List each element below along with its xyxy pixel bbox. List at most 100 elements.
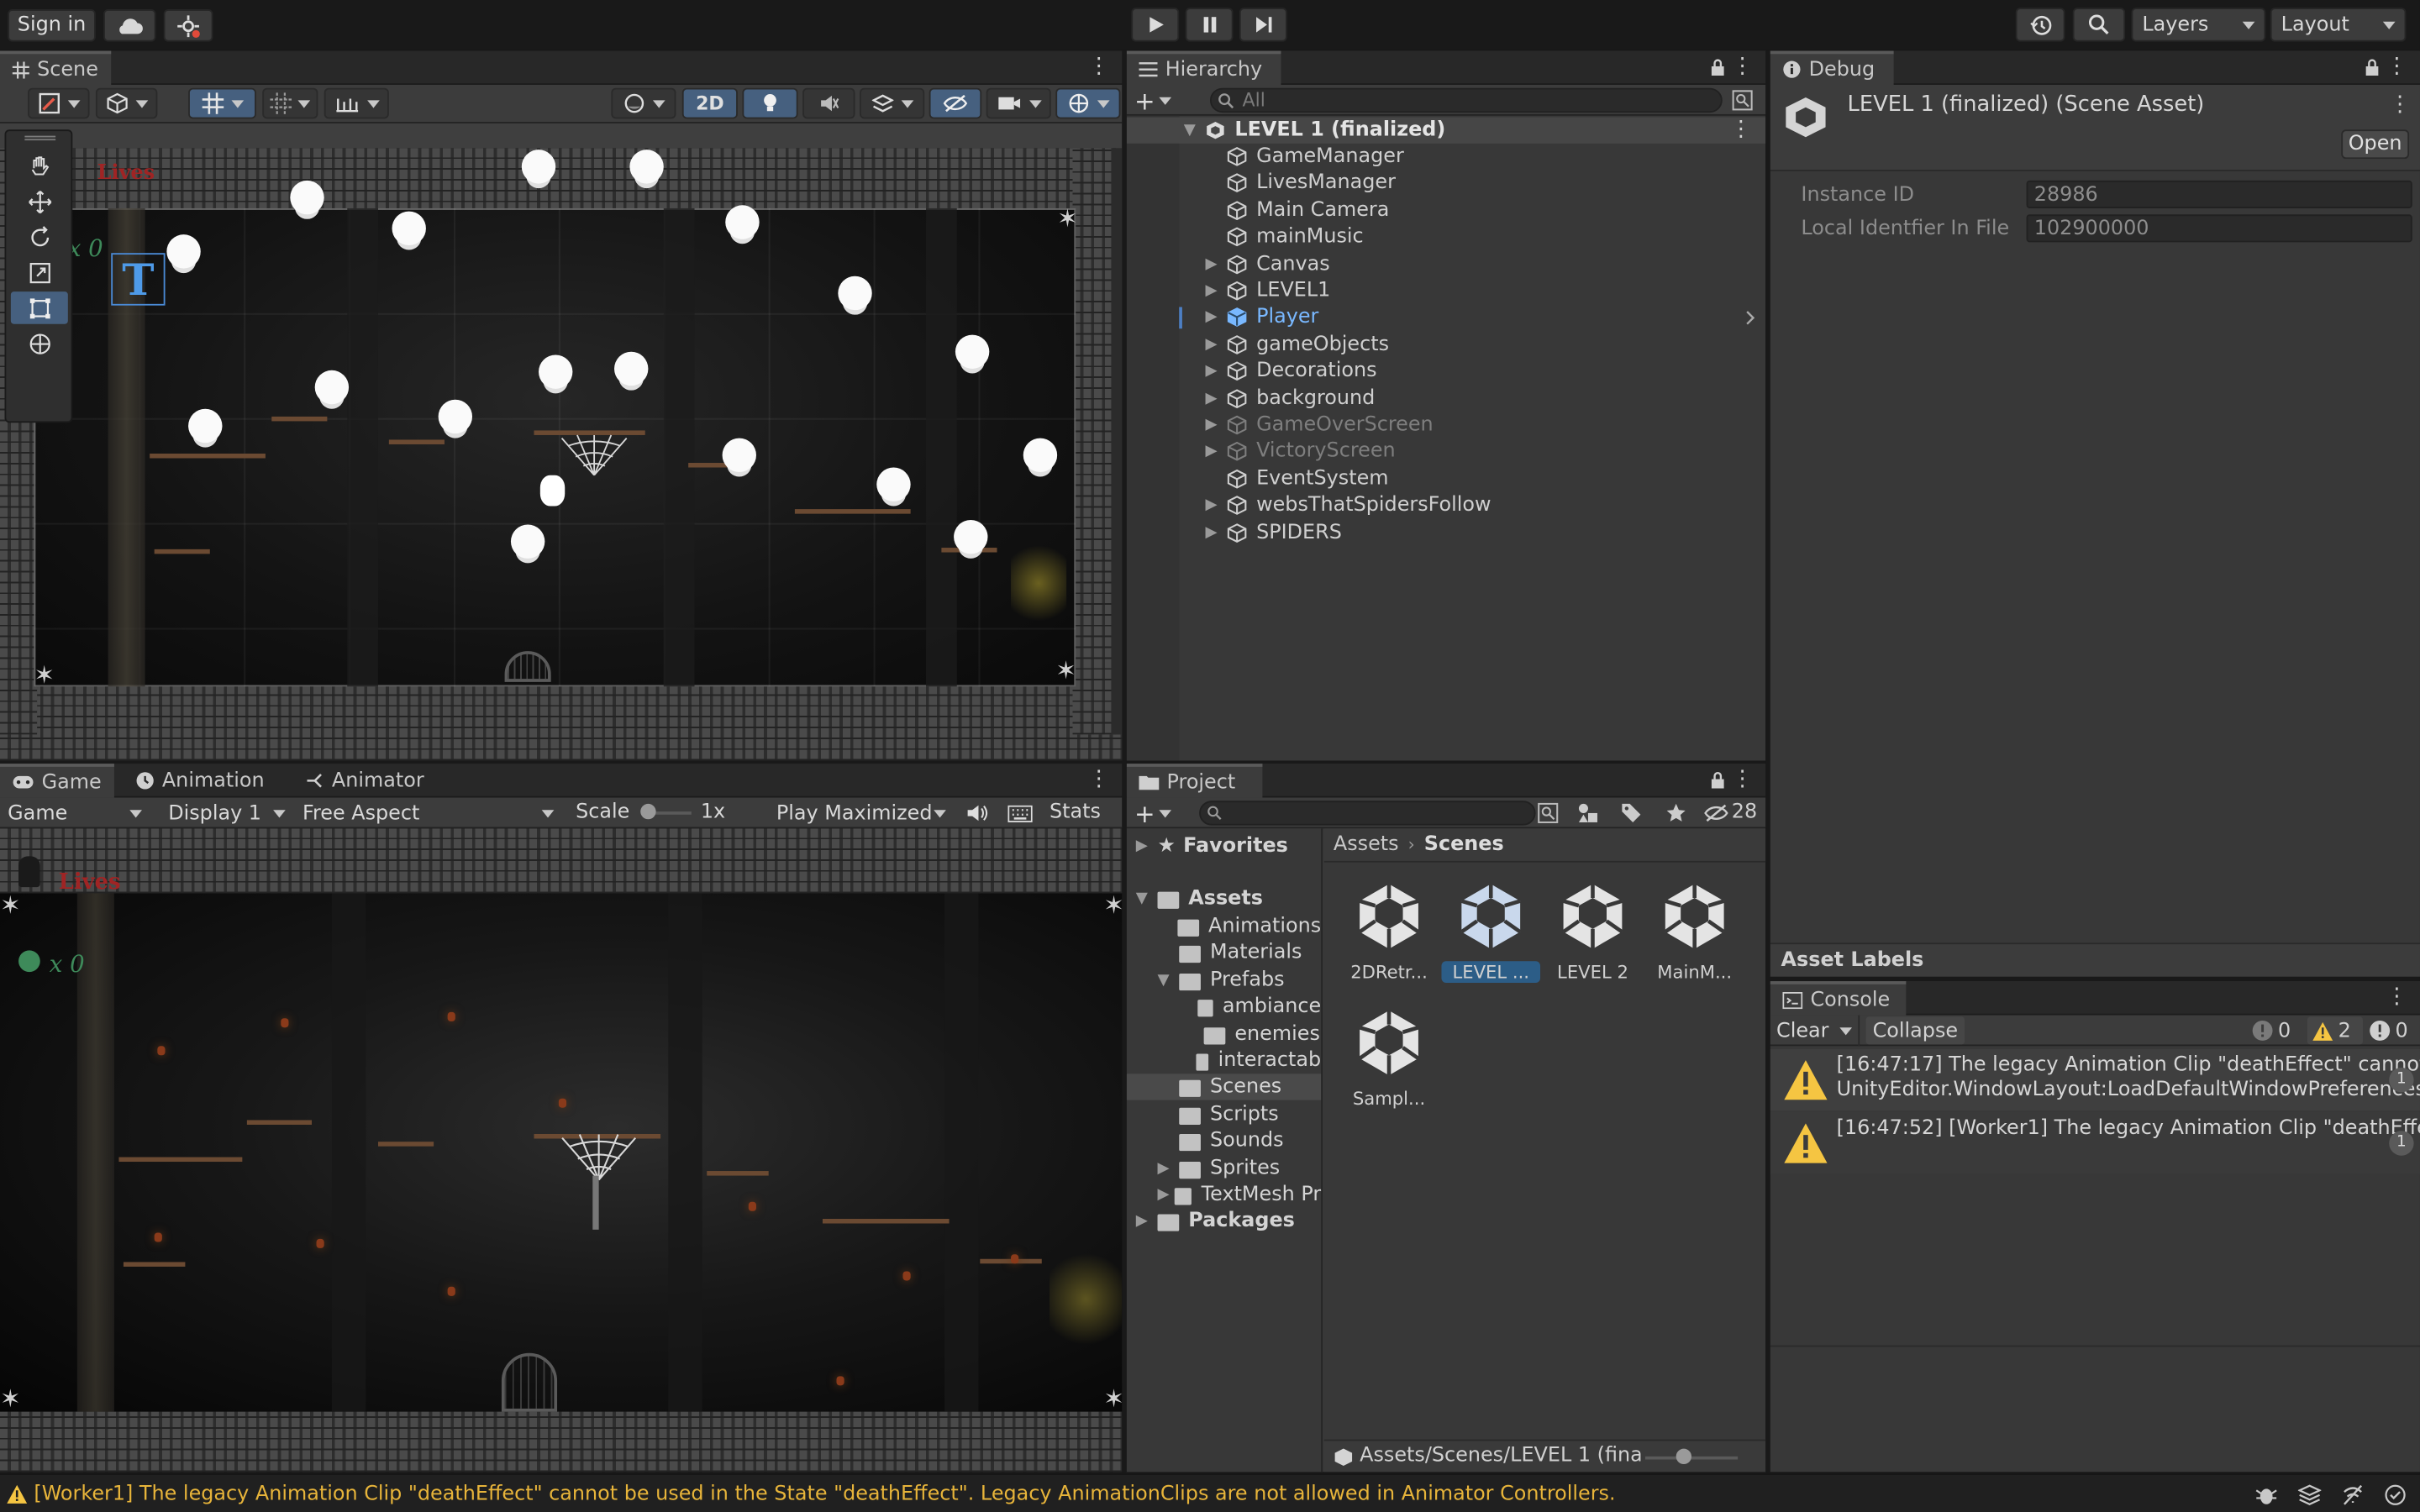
collab-button[interactable] bbox=[163, 9, 213, 42]
tab-scene[interactable]: Scene bbox=[0, 50, 112, 86]
favorites-row[interactable]: ▶ ★ Favorites bbox=[1127, 833, 1321, 859]
text-gizmo[interactable]: T bbox=[111, 253, 166, 306]
lock-icon[interactable] bbox=[1710, 771, 1725, 790]
scene-asset-item[interactable]: MainM... bbox=[1651, 879, 1738, 994]
keyboard-icon[interactable] bbox=[1007, 805, 1033, 822]
lock-icon[interactable] bbox=[2365, 59, 2380, 77]
project-folder-sounds[interactable]: Sounds bbox=[1127, 1128, 1321, 1154]
local-id-field[interactable]: 102900000 bbox=[2026, 214, 2412, 243]
light-gizmo-icon[interactable] bbox=[838, 276, 872, 311]
cloud-button[interactable] bbox=[103, 9, 156, 42]
search-options-icon[interactable] bbox=[1537, 802, 1559, 824]
scene-menu-icon[interactable]: ⋮ bbox=[1088, 55, 1110, 77]
light-gizmo-icon[interactable] bbox=[539, 354, 573, 389]
eye-hidden-icon[interactable] bbox=[1704, 804, 1728, 822]
expand-arrow-icon[interactable]: ▶ bbox=[1205, 417, 1227, 433]
light-gizmo-icon[interactable] bbox=[876, 467, 911, 501]
scene-asset-item[interactable]: LEVEL 2 bbox=[1549, 879, 1636, 994]
play-mode-dropdown[interactable]: Play Maximized bbox=[767, 798, 955, 829]
network-off-icon[interactable] bbox=[2341, 1484, 2365, 1506]
light-gizmo-icon[interactable] bbox=[629, 150, 664, 184]
create-button[interactable]: + bbox=[1134, 86, 1181, 115]
hierarchy-item[interactable]: Main Camera bbox=[1127, 197, 1765, 223]
light-gizmo-icon[interactable] bbox=[955, 334, 990, 369]
scene-asset-item[interactable]: Sampl... bbox=[1346, 1006, 1433, 1121]
bug-icon[interactable] bbox=[2254, 1484, 2278, 1506]
hierarchy-search-input[interactable]: All bbox=[1209, 87, 1723, 113]
console-log-entry[interactable]: [16:47:17] The legacy Animation Clip "de… bbox=[1770, 1048, 2420, 1111]
expand-arrow-icon[interactable]: ▶ bbox=[1205, 336, 1227, 353]
layout-dropdown[interactable]: Layout bbox=[2270, 8, 2407, 42]
lock-icon[interactable] bbox=[1710, 59, 1725, 77]
collapse-button[interactable]: Collapse bbox=[1865, 1016, 1965, 1045]
hierarchy-item[interactable]: ▶ Decorations bbox=[1127, 358, 1765, 384]
palette-grip[interactable] bbox=[24, 135, 56, 141]
scene-asset-item[interactable]: LEVEL ... bbox=[1441, 879, 1541, 994]
scene-viewport[interactable]: ✶ ✶ ✶ Lives x 0 T bbox=[0, 123, 1123, 761]
project-folder-interactab[interactable]: interactab bbox=[1127, 1047, 1321, 1074]
expand-arrow-icon[interactable]: ▼ bbox=[1184, 122, 1206, 139]
project-folder-scenes[interactable]: Scenes bbox=[1126, 1074, 1322, 1101]
project-folder-textmesh-pr[interactable]: ▶ TextMesh Pr bbox=[1127, 1182, 1322, 1208]
camera-button[interactable] bbox=[986, 87, 1051, 119]
light-gizmo-icon[interactable] bbox=[722, 438, 756, 473]
hierarchy-item[interactable]: ▶ GameOverScreen bbox=[1127, 412, 1765, 438]
inspector-menu-icon[interactable]: ⋮ bbox=[2389, 94, 2411, 116]
expand-arrow-icon[interactable]: ▶ bbox=[1205, 524, 1227, 541]
hierarchy-item[interactable]: ▶ gameObjects bbox=[1127, 332, 1765, 358]
tab-debug[interactable]: Debug bbox=[1770, 50, 1894, 86]
expand-arrow-icon[interactable]: ▶ bbox=[1158, 1159, 1180, 1176]
play-button[interactable] bbox=[1131, 8, 1180, 42]
progress-icon[interactable] bbox=[2297, 1484, 2322, 1506]
hierarchy-item[interactable]: ▶ LEVEL1 bbox=[1127, 278, 1765, 304]
debug-menu-icon[interactable]: ⋮ bbox=[2386, 55, 2408, 77]
tab-console[interactable]: Console bbox=[1770, 981, 1907, 1016]
project-folder-scripts[interactable]: Scripts bbox=[1127, 1101, 1321, 1127]
draw-mode-button[interactable] bbox=[28, 87, 90, 119]
lighting-button[interactable] bbox=[742, 87, 798, 119]
check-circle-icon[interactable] bbox=[2385, 1484, 2407, 1506]
light-gizmo-icon[interactable] bbox=[290, 180, 324, 215]
expand-arrow-icon[interactable]: ▶ bbox=[1158, 1186, 1176, 1203]
expand-arrow-icon[interactable]: ▶ bbox=[1205, 497, 1227, 514]
expand-arrow-icon[interactable]: ▶ bbox=[1205, 309, 1227, 326]
light-gizmo-icon[interactable] bbox=[521, 150, 556, 184]
render-mode-button[interactable] bbox=[95, 87, 158, 119]
project-create-button[interactable]: + bbox=[1134, 798, 1181, 827]
expand-arrow-icon[interactable]: ▶ bbox=[1205, 282, 1227, 299]
filter-by-label-icon[interactable] bbox=[1621, 802, 1643, 824]
project-folder-materials[interactable]: Materials bbox=[1127, 940, 1321, 966]
warning-filter-button[interactable]: 2 bbox=[2307, 1016, 2363, 1045]
breadcrumb-scenes[interactable]: Scenes bbox=[1424, 833, 1504, 857]
ruler-button[interactable] bbox=[324, 87, 389, 119]
gizmos-button[interactable] bbox=[1055, 87, 1121, 119]
hierarchy-item[interactable]: EventSystem bbox=[1127, 465, 1765, 491]
hierarchy-item[interactable]: ▶ Player bbox=[1127, 305, 1765, 331]
console-detail-divider[interactable] bbox=[1770, 1345, 2420, 1347]
icon-size-thumb[interactable] bbox=[1676, 1448, 1692, 1465]
console-menu-icon[interactable]: ⋮ bbox=[2386, 986, 2408, 1008]
aspect-dropdown[interactable]: Free Aspect bbox=[293, 798, 563, 829]
assets-row[interactable]: ▼ Assets bbox=[1127, 885, 1321, 911]
visibility-button[interactable] bbox=[929, 87, 982, 119]
hierarchy-item[interactable]: mainMusic bbox=[1127, 224, 1765, 250]
move-tool-button[interactable] bbox=[11, 185, 68, 218]
hierarchy-item[interactable]: ▶ VictoryScreen bbox=[1127, 438, 1765, 465]
project-folder-ambiance[interactable]: ambiance bbox=[1127, 994, 1321, 1020]
effects-button[interactable] bbox=[860, 87, 925, 119]
hierarchy-item[interactable]: LivesManager bbox=[1127, 171, 1765, 197]
project-search-input[interactable] bbox=[1199, 801, 1536, 826]
tab-animator[interactable]: Animator bbox=[293, 764, 441, 797]
project-folder-sprites[interactable]: ▶ Sprites bbox=[1127, 1155, 1321, 1181]
light-gizmo-icon[interactable] bbox=[614, 351, 649, 386]
star-icon[interactable] bbox=[1665, 802, 1687, 824]
light-gizmo-icon[interactable] bbox=[314, 370, 350, 405]
clear-button[interactable]: Clear bbox=[1770, 1015, 1860, 1047]
expand-arrow-icon[interactable]: ▶ bbox=[1205, 255, 1227, 272]
rotate-tool-button[interactable] bbox=[11, 221, 68, 254]
hierarchy-menu-icon[interactable]: ⋮ bbox=[1732, 55, 1754, 77]
breadcrumb-assets[interactable]: Assets bbox=[1334, 833, 1399, 857]
hierarchy-item[interactable]: ▶ websThatSpidersFollow bbox=[1127, 492, 1765, 518]
toggle-2d-button[interactable]: 2D bbox=[681, 87, 738, 119]
step-button[interactable] bbox=[1239, 8, 1287, 42]
